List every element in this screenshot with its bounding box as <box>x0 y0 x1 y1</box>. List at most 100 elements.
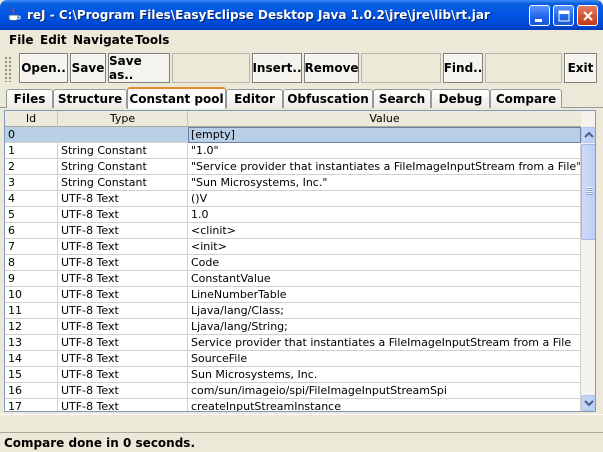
table-row[interactable]: 2 String Constant "Service provider that i… <box>5 159 581 175</box>
table-row[interactable]: 13 UTF-8 Text Service provider that instan… <box>5 335 581 351</box>
cell-type[interactable]: UTF-8 Text <box>58 207 188 223</box>
cell-type[interactable]: UTF-8 Text <box>58 287 188 303</box>
cell-value[interactable]: com/sun/imageio/spi/FileImageInputStream… <box>188 383 581 399</box>
cell-id[interactable]: 11 <box>5 303 58 319</box>
tab-search[interactable]: Search <box>373 89 431 108</box>
menu-file[interactable]: File <box>9 33 34 47</box>
cell-value[interactable]: Code <box>188 255 581 271</box>
table-row[interactable]: 10 UTF-8 Text LineNumberTable <box>5 287 581 303</box>
table-row[interactable]: 1 String Constant "1.0" <box>5 143 581 159</box>
cell-type[interactable]: String Constant <box>58 175 188 191</box>
table-row[interactable]: 4 UTF-8 Text ()V <box>5 191 581 207</box>
cell-type[interactable] <box>58 127 188 143</box>
insert-button[interactable]: Insert.. <box>252 53 302 83</box>
cell-value[interactable]: SourceFile <box>188 351 581 367</box>
table-row[interactable]: 6 UTF-8 Text <clinit> <box>5 223 581 239</box>
cell-id[interactable]: 15 <box>5 367 58 383</box>
cell-id[interactable]: 7 <box>5 239 58 255</box>
cell-type[interactable]: UTF-8 Text <box>58 239 188 255</box>
tab-structure[interactable]: Structure <box>53 89 127 108</box>
toolbar-grip[interactable] <box>4 56 12 82</box>
cell-id[interactable]: 4 <box>5 191 58 207</box>
cell-type[interactable]: UTF-8 Text <box>58 255 188 271</box>
cell-value[interactable]: "Service provider that instantiates a Fi… <box>188 159 581 175</box>
cell-id[interactable]: 1 <box>5 143 58 159</box>
cell-value[interactable]: Ljava/lang/Class; <box>188 303 581 319</box>
cell-id[interactable]: 0 <box>5 127 58 143</box>
cell-id[interactable]: 16 <box>5 383 58 399</box>
cell-value[interactable]: createInputStreamInstance <box>188 399 581 411</box>
cell-value[interactable]: "1.0" <box>188 143 581 159</box>
cell-id[interactable]: 8 <box>5 255 58 271</box>
cell-value[interactable]: LineNumberTable <box>188 287 581 303</box>
cell-type[interactable]: UTF-8 Text <box>58 383 188 399</box>
cell-id[interactable]: 10 <box>5 287 58 303</box>
cell-id[interactable]: 12 <box>5 319 58 335</box>
scroll-down-button[interactable] <box>581 395 595 411</box>
cell-id[interactable]: 5 <box>5 207 58 223</box>
tab-editor[interactable]: Editor <box>226 89 283 108</box>
cell-type[interactable]: UTF-8 Text <box>58 335 188 351</box>
cell-type[interactable]: UTF-8 Text <box>58 223 188 239</box>
vertical-scrollbar[interactable] <box>581 111 595 411</box>
table-row[interactable]: 5 UTF-8 Text 1.0 <box>5 207 581 223</box>
cell-id[interactable]: 13 <box>5 335 58 351</box>
constant-pool-table[interactable]: Id Type Value 0 [empty] 1 String Constant "1… <box>4 110 596 412</box>
cell-type[interactable]: String Constant <box>58 143 188 159</box>
maximize-button[interactable] <box>553 5 574 26</box>
table-row[interactable]: 14 UTF-8 Text SourceFile <box>5 351 581 367</box>
scroll-up-button[interactable] <box>581 127 595 143</box>
tab-compare[interactable]: Compare <box>490 89 562 108</box>
minimize-button[interactable] <box>529 5 550 26</box>
cell-type[interactable]: UTF-8 Text <box>58 367 188 383</box>
tab-debug[interactable]: Debug <box>431 89 490 108</box>
cell-type[interactable]: String Constant <box>58 159 188 175</box>
find-button[interactable]: Find.. <box>443 53 483 83</box>
cell-type[interactable]: UTF-8 Text <box>58 319 188 335</box>
cell-value[interactable]: ConstantValue <box>188 271 581 287</box>
cell-id[interactable]: 9 <box>5 271 58 287</box>
table-row[interactable]: 17 UTF-8 Text createInputStreamInstance <box>5 399 581 411</box>
cell-id[interactable]: 3 <box>5 175 58 191</box>
cell-value[interactable]: "Sun Microsystems, Inc." <box>188 175 581 191</box>
column-header-type[interactable]: Type <box>58 111 188 127</box>
cell-type[interactable]: UTF-8 Text <box>58 303 188 319</box>
tab-constant-pool[interactable]: Constant pool <box>127 87 226 109</box>
table-row[interactable]: 12 UTF-8 Text Ljava/lang/String; <box>5 319 581 335</box>
exit-button[interactable]: Exit <box>564 53 597 83</box>
table-row[interactable]: 7 UTF-8 Text <init> <box>5 239 581 255</box>
cell-value[interactable]: Ljava/lang/String; <box>188 319 581 335</box>
cell-id[interactable]: 14 <box>5 351 58 367</box>
save-button[interactable]: Save <box>70 53 106 83</box>
table-row[interactable]: 0 [empty] <box>5 127 581 143</box>
cell-value[interactable]: Sun Microsystems, Inc. <box>188 367 581 383</box>
cell-id[interactable]: 6 <box>5 223 58 239</box>
menu-navigate[interactable]: Navigate <box>73 33 134 47</box>
title-bar[interactable]: reJ - C:\Program Files\EasyEclipse Deskt… <box>0 0 603 30</box>
menu-edit[interactable]: Edit <box>40 33 67 47</box>
cell-value[interactable]: <init> <box>188 239 581 255</box>
cell-value[interactable]: <clinit> <box>188 223 581 239</box>
table-row[interactable]: 11 UTF-8 Text Ljava/lang/Class; <box>5 303 581 319</box>
cell-value[interactable]: [empty] <box>188 127 581 143</box>
cell-value[interactable]: 1.0 <box>188 207 581 223</box>
table-row[interactable]: 16 UTF-8 Text com/sun/imageio/spi/FileImag… <box>5 383 581 399</box>
table-row[interactable]: 8 UTF-8 Text Code <box>5 255 581 271</box>
cell-type[interactable]: UTF-8 Text <box>58 271 188 287</box>
cell-type[interactable]: UTF-8 Text <box>58 191 188 207</box>
column-header-id[interactable]: Id <box>5 111 58 127</box>
cell-id[interactable]: 17 <box>5 399 58 411</box>
tab-obfuscation[interactable]: Obfuscation <box>283 89 373 108</box>
split-divider[interactable] <box>0 414 603 432</box>
cell-id[interactable]: 2 <box>5 159 58 175</box>
cell-type[interactable]: UTF-8 Text <box>58 399 188 411</box>
scroll-thumb[interactable] <box>581 144 595 240</box>
cell-value[interactable]: Service provider that instantiates a Fil… <box>188 335 581 351</box>
close-button[interactable] <box>577 5 598 26</box>
open-button[interactable]: Open.. <box>19 53 68 83</box>
table-row[interactable]: 9 UTF-8 Text ConstantValue <box>5 271 581 287</box>
tab-files[interactable]: Files <box>6 89 53 108</box>
table-row[interactable]: 3 String Constant "Sun Microsystems, Inc." <box>5 175 581 191</box>
column-header-value[interactable]: Value <box>188 111 581 127</box>
table-row[interactable]: 15 UTF-8 Text Sun Microsystems, Inc. <box>5 367 581 383</box>
